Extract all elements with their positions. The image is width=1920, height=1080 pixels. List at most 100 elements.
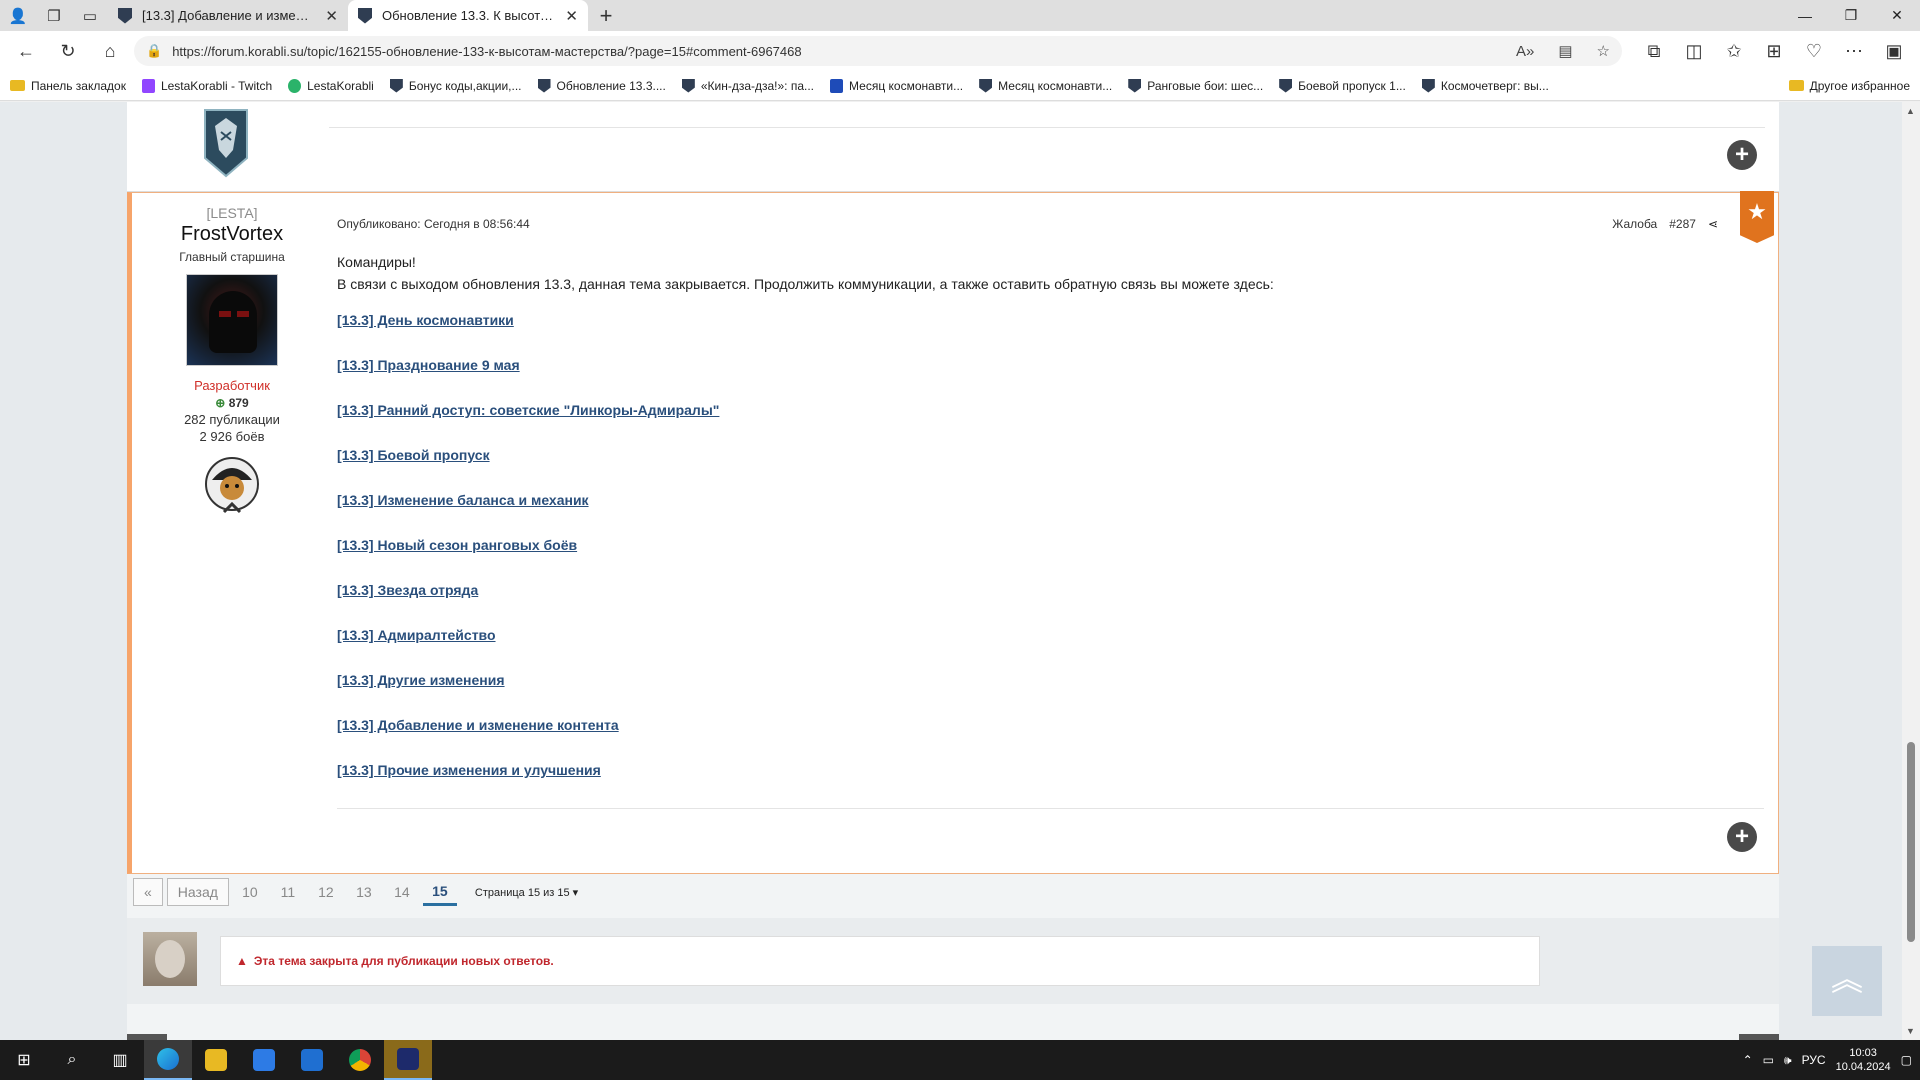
page-scrollbar[interactable]: ▲ ▼ — [1902, 102, 1920, 1040]
immersive-reader-icon[interactable]: ▤ — [1558, 42, 1572, 60]
page-link[interactable]: 10 — [233, 878, 267, 906]
current-page[interactable]: 15 — [422, 878, 457, 906]
scroll-to-top-button[interactable]: ︽ — [1812, 946, 1882, 1016]
store-icon[interactable] — [240, 1040, 288, 1080]
home-icon[interactable]: ⌂ — [92, 35, 128, 67]
reputation: ⊕ 879 — [215, 396, 249, 410]
achievement-badge-icon — [204, 109, 248, 178]
refresh-icon[interactable]: ↻ — [50, 35, 86, 67]
shield-icon — [1279, 78, 1293, 93]
topic-link[interactable]: [13.3] Прочие изменения и улучшения — [337, 762, 601, 778]
file-explorer-icon[interactable] — [192, 1040, 240, 1080]
avatar[interactable] — [186, 274, 278, 366]
topic-link[interactable]: [13.3] Новый сезон ранговых боёв — [337, 537, 577, 553]
url-text[interactable]: https://forum.korabli.su/topic/162155-об… — [172, 44, 1492, 59]
author-name[interactable]: FrostVortex — [132, 223, 332, 246]
bookmark-item[interactable]: Космочетверг: вы... — [1421, 78, 1549, 93]
bookmark-item[interactable]: «Кин-дза-дза!»: па... — [681, 78, 814, 93]
minimize-icon[interactable]: — — [1782, 0, 1828, 31]
chevron-up-icon[interactable]: ⌃ — [1743, 1053, 1753, 1067]
bookmark-item[interactable]: Месяц космонавти... — [979, 78, 1112, 93]
clock[interactable]: 10:03 10.04.2024 — [1836, 1046, 1891, 1074]
site-icon — [830, 78, 844, 93]
topic-link[interactable]: [13.3] Другие изменения — [337, 672, 505, 688]
topic-link[interactable]: [13.3] Ранний доступ: советские "Линкоры… — [337, 402, 719, 418]
forum-page: + [LESTA] FrostVortex Главный старшина Р… — [0, 102, 1902, 1040]
page-link[interactable]: 11 — [271, 878, 305, 906]
scroll-down-icon[interactable]: ▼ — [1906, 1026, 1915, 1036]
profile-icon[interactable]: 👤 — [0, 0, 36, 31]
bookmarks-bar: Панель закладок LestaKorabli - Twitch Le… — [0, 71, 1920, 101]
game-launcher-icon[interactable] — [384, 1040, 432, 1080]
bookmark-item[interactable]: Панель закладок — [10, 79, 126, 93]
language-indicator[interactable]: РУС — [1802, 1053, 1826, 1067]
topic-link[interactable]: [13.3] Звезда отряда — [337, 582, 478, 598]
lock-icon[interactable]: 🔒 — [146, 43, 162, 59]
achievement-badge-icon — [205, 457, 259, 514]
tab-2[interactable]: Обновление 13.3. К высотам ма ✕ — [348, 0, 588, 31]
topic-links-list: [13.3] День космонавтики [13.3] Празднов… — [337, 309, 1764, 781]
bookmark-item[interactable]: Бонус коды,акции,... — [389, 78, 522, 93]
bookmark-item[interactable]: Боевой пропуск 1... — [1279, 78, 1406, 93]
page-link[interactable]: 13 — [347, 878, 381, 906]
restore-icon[interactable]: ❐ — [1828, 0, 1874, 31]
extensions-icon[interactable]: ⧉ — [1636, 35, 1672, 67]
share-icon[interactable]: ⋖ — [1708, 217, 1718, 231]
edge-icon[interactable] — [144, 1040, 192, 1080]
tab-bar: 👤 ❐ ▭ [13.3] Добавление и изменение ✕ Об… — [0, 0, 1920, 31]
browser-essentials-icon[interactable]: ♡ — [1796, 35, 1832, 67]
prev-page-button[interactable]: Назад — [166, 878, 229, 906]
split-screen-icon[interactable]: ◫ — [1676, 35, 1712, 67]
chrome-icon[interactable] — [336, 1040, 384, 1080]
bookmark-item[interactable]: Ранговые бои: шес... — [1128, 78, 1263, 93]
more-menu-icon[interactable]: ⋯ — [1836, 35, 1872, 67]
workspaces-icon[interactable]: ❐ — [36, 0, 72, 31]
mail-icon[interactable] — [288, 1040, 336, 1080]
close-window-icon[interactable]: ✕ — [1874, 0, 1920, 31]
bookmark-item[interactable]: LestaKorabli — [288, 78, 374, 93]
topic-link[interactable]: [13.3] Празднование 9 мая — [337, 357, 520, 373]
other-favorites[interactable]: Другое избранное — [1788, 79, 1910, 93]
start-icon[interactable]: ⊞ — [0, 1040, 48, 1080]
favorite-star-icon[interactable]: ☆ — [1597, 42, 1610, 60]
page-jump-dropdown[interactable]: Страница 15 из 15 ▾ — [475, 886, 578, 899]
task-view-icon[interactable]: ▥ — [96, 1040, 144, 1080]
first-page-button[interactable]: « — [133, 878, 163, 906]
notifications-icon[interactable]: ▢ — [1901, 1053, 1912, 1067]
close-tab-icon[interactable]: ✕ — [325, 7, 338, 25]
search-icon[interactable]: ⌕ — [48, 1040, 96, 1080]
bookmark-item[interactable]: Обновление 13.3.... — [537, 78, 666, 93]
new-tab-button[interactable]: + — [588, 3, 624, 29]
add-reaction-button[interactable]: + — [1727, 140, 1757, 170]
read-aloud-icon[interactable]: A» — [1516, 43, 1534, 60]
back-icon[interactable]: ← — [8, 35, 44, 67]
topic-link[interactable]: [13.3] Адмиралтейство — [337, 627, 496, 643]
favorites-icon[interactable]: ✩ — [1716, 35, 1752, 67]
tab-1[interactable]: [13.3] Добавление и изменение ✕ — [108, 0, 348, 31]
shield-icon — [537, 78, 551, 93]
page-link[interactable]: 12 — [309, 878, 343, 906]
sidebar-icon[interactable]: ▣ — [1876, 35, 1912, 67]
close-tab-icon[interactable]: ✕ — [565, 7, 578, 25]
bookmark-item[interactable]: Месяц космонавти... — [830, 78, 963, 93]
scrollbar-thumb[interactable] — [1907, 742, 1915, 942]
collections-icon[interactable]: ⊞ — [1756, 35, 1792, 67]
tab-actions-icon[interactable]: ▭ — [72, 0, 108, 31]
topic-link[interactable]: [13.3] День космонавтики — [337, 312, 514, 328]
volume-icon[interactable]: 🕪 — [1784, 1053, 1792, 1068]
add-reaction-button[interactable]: + — [1727, 822, 1757, 852]
windows-taskbar: ⊞ ⌕ ▥ ⌃ ▭ 🕪 РУС 10:03 10.04.2024 ▢ — [0, 1040, 1920, 1080]
shield-icon — [681, 78, 695, 93]
bookmark-item[interactable]: LestaKorabli - Twitch — [141, 78, 272, 93]
report-link[interactable]: Жалоба — [1612, 217, 1657, 231]
topic-link[interactable]: [13.3] Добавление и изменение контента — [337, 717, 619, 733]
scroll-up-icon[interactable]: ▲ — [1906, 106, 1915, 116]
page-link[interactable]: 14 — [385, 878, 419, 906]
post-number-link[interactable]: #287 — [1669, 217, 1696, 231]
topic-link[interactable]: [13.3] Изменение баланса и механик — [337, 492, 589, 508]
address-bar[interactable]: 🔒 https://forum.korabli.su/topic/162155-… — [134, 36, 1622, 66]
reply-area: ▲ Эта тема закрыта для публикации новых … — [127, 918, 1779, 1004]
publications-count: 282 публикации — [184, 412, 280, 427]
network-icon[interactable]: ▭ — [1763, 1053, 1774, 1067]
topic-link[interactable]: [13.3] Боевой пропуск — [337, 447, 490, 463]
